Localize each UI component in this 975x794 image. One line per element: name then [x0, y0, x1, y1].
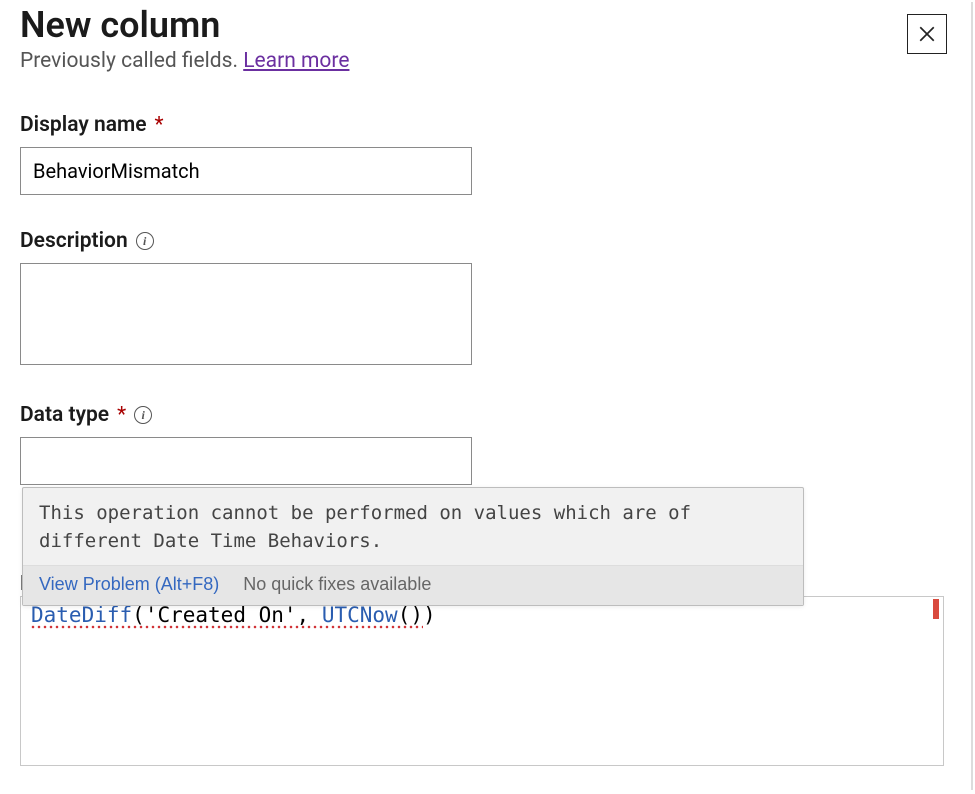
formula-token-function: UTCNow — [322, 603, 398, 627]
description-field: Description i — [20, 229, 955, 369]
formula-token-function: DateDiff — [31, 603, 132, 627]
data-type-label-row: Data type * i — [20, 403, 955, 427]
formula-token-paren: ( — [398, 603, 411, 627]
description-label: Description — [20, 229, 128, 253]
info-icon[interactable]: i — [136, 232, 154, 250]
panel-heading-wrap: New column Previously called fields. Lea… — [20, 4, 349, 113]
data-type-select[interactable] — [20, 437, 472, 485]
panel-subtitle: Previously called fields. Learn more — [20, 49, 349, 73]
formula-token-paren: ) — [423, 603, 436, 627]
display-name-input[interactable] — [20, 147, 472, 195]
panel-title: New column — [20, 4, 349, 47]
required-indicator: * — [117, 403, 126, 427]
required-indicator: * — [155, 113, 164, 137]
data-type-field: Data type * i — [20, 403, 955, 485]
diagnostic-message: This operation cannot be performed on va… — [23, 488, 803, 565]
display-name-label-row: Display name * — [20, 113, 955, 137]
formula-token-comma: , — [297, 603, 322, 627]
new-column-panel: New column Previously called fields. Lea… — [0, 0, 975, 539]
display-name-label: Display name — [20, 113, 147, 137]
diagnostic-footer: View Problem (Alt+F8) No quick fixes ava… — [23, 565, 803, 605]
view-problem-link[interactable]: View Problem (Alt+F8) — [39, 574, 219, 595]
quick-fix-status: No quick fixes available — [243, 574, 431, 595]
data-type-label: Data type — [20, 403, 109, 427]
formula-editor[interactable]: DateDiff('Created On', UTCNow()) — [20, 596, 944, 766]
formula-token-paren: ( — [132, 603, 145, 627]
formula-token-paren: ) — [410, 603, 423, 627]
diagnostic-tooltip: This operation cannot be performed on va… — [22, 487, 804, 606]
info-icon[interactable]: i — [134, 406, 152, 424]
formula-token-string: 'Created On' — [145, 603, 297, 627]
learn-more-link[interactable]: Learn more — [243, 49, 349, 73]
description-input[interactable] — [20, 263, 472, 365]
description-label-row: Description i — [20, 229, 955, 253]
close-icon — [918, 25, 936, 43]
display-name-field: Display name * — [20, 113, 955, 195]
subtitle-text: Previously called fields. — [20, 49, 243, 73]
panel-header: New column Previously called fields. Lea… — [20, 4, 955, 113]
editor-overview-marker — [933, 599, 939, 619]
close-button[interactable] — [907, 14, 947, 54]
